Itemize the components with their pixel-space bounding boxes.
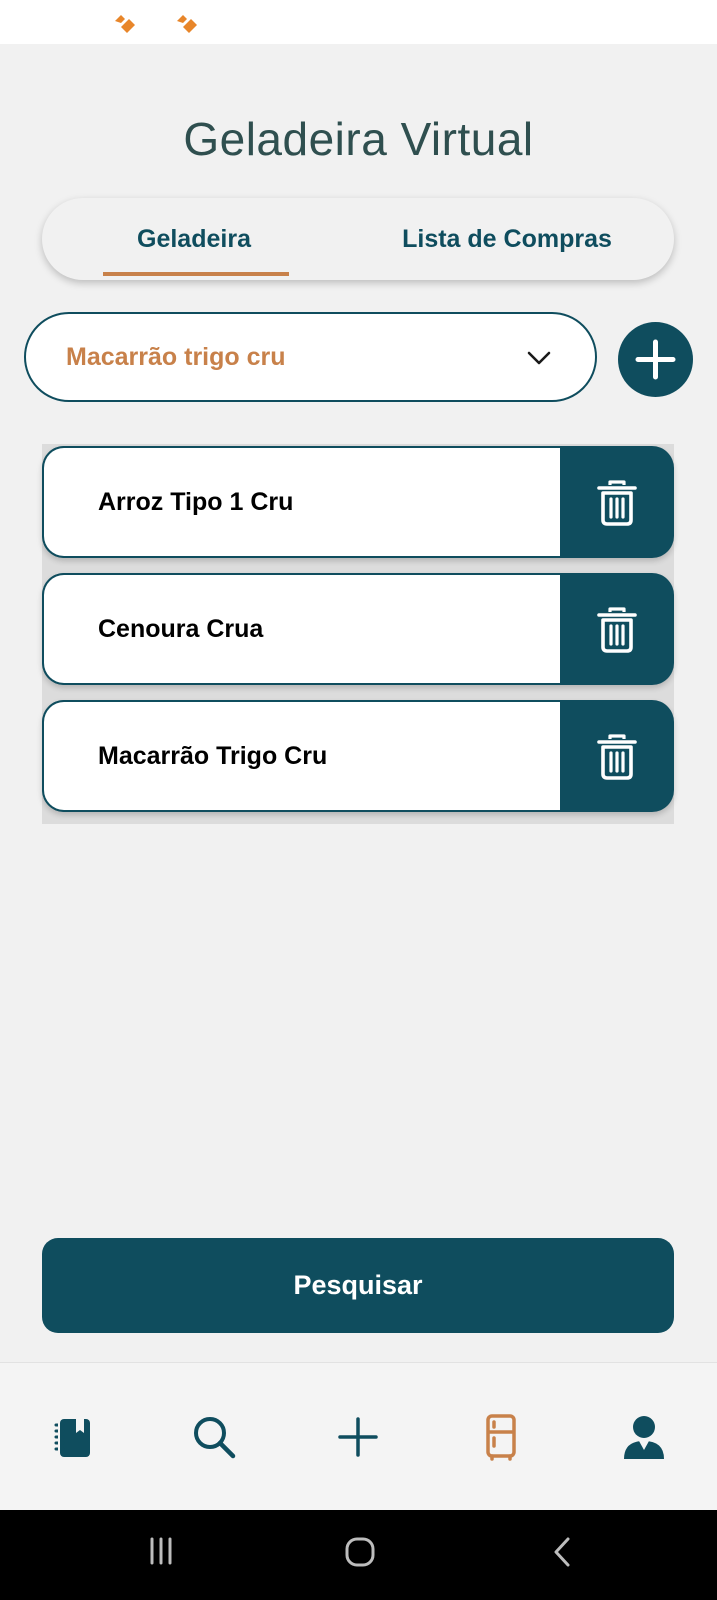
delete-item-button[interactable]: [560, 446, 674, 558]
fridge-icon[interactable]: [477, 1413, 525, 1461]
tab-bar: Geladeira Lista de Compras: [42, 198, 674, 280]
user-icon[interactable]: [620, 1413, 668, 1461]
tab-geladeira[interactable]: Geladeira: [102, 198, 286, 280]
list-item-body: Macarrão Trigo Cru: [42, 700, 560, 812]
recipe-book-icon[interactable]: [50, 1413, 98, 1461]
add-ingredient-button[interactable]: [618, 322, 693, 397]
trash-icon: [597, 734, 637, 780]
list-item: Cenoura Crua: [42, 573, 674, 685]
list-item: Arroz Tipo 1 Cru: [42, 446, 674, 558]
search-icon[interactable]: [190, 1413, 238, 1461]
back-icon[interactable]: [550, 1536, 574, 1573]
list-item-body: Cenoura Crua: [42, 573, 560, 685]
recent-apps-icon[interactable]: [146, 1536, 176, 1571]
plus-icon[interactable]: [334, 1413, 382, 1461]
plus-icon: [635, 339, 676, 380]
notification-app-icon: [174, 12, 200, 34]
active-tab-indicator: [103, 272, 289, 276]
tab-lista-de-compras[interactable]: Lista de Compras: [392, 198, 622, 280]
chevron-down-icon: [525, 344, 553, 372]
list-item: Macarrão Trigo Cru: [42, 700, 674, 812]
list-item-label: Arroz Tipo 1 Cru: [98, 488, 294, 516]
notification-app-icon: [112, 12, 138, 34]
home-icon[interactable]: [344, 1536, 376, 1573]
bottom-nav: [0, 1362, 717, 1511]
delete-item-button[interactable]: [560, 573, 674, 685]
list-item-label: Macarrão Trigo Cru: [98, 742, 328, 770]
list-item-body: Arroz Tipo 1 Cru: [42, 446, 560, 558]
delete-item-button[interactable]: [560, 700, 674, 812]
ingredient-select-value: Macarrão trigo cru: [66, 343, 286, 371]
status-bar: [0, 0, 717, 44]
pesquisar-button[interactable]: Pesquisar: [42, 1238, 674, 1333]
trash-icon: [597, 480, 637, 526]
list-item-label: Cenoura Crua: [98, 615, 264, 643]
trash-icon: [597, 607, 637, 653]
system-nav-bar: [0, 1510, 717, 1600]
page-title: Geladeira Virtual: [183, 113, 534, 165]
ingredient-select[interactable]: Macarrão trigo cru: [24, 312, 597, 402]
